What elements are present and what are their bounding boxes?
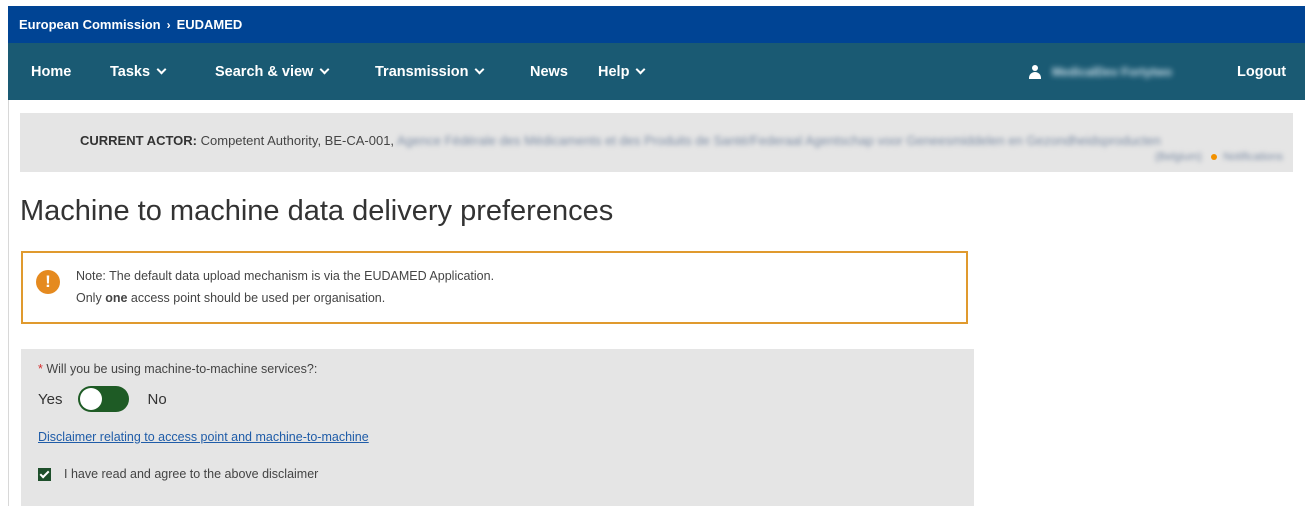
nav-help-label: Help [598, 63, 630, 80]
nav-transmission[interactable]: Transmission [375, 43, 485, 100]
current-actor-country: (Belgium) [1154, 151, 1202, 163]
current-actor-label: CURRENT ACTOR: [80, 133, 197, 148]
notifications-link[interactable]: Notifications [1223, 151, 1283, 163]
agree-checkbox-row: I have read and agree to the above discl… [38, 467, 318, 481]
current-actor-banner: CURRENT ACTOR: Competent Authority, BE-C… [20, 113, 1293, 172]
user-name: MedicalDev Fortytwo [1052, 64, 1173, 79]
user-icon [1028, 64, 1042, 79]
chevron-down-icon [156, 64, 167, 75]
toggle-no-label: No [147, 390, 167, 408]
breadcrumb-eudamed[interactable]: EUDAMED [177, 17, 243, 32]
m2m-preferences-form: * Will you be using machine-to-machine s… [21, 349, 974, 506]
toggle-knob [80, 388, 103, 410]
agree-checkbox-label: I have read and agree to the above discl… [64, 467, 319, 481]
logout-button[interactable]: Logout [1237, 43, 1286, 100]
note-line-2: Only one access point should be used per… [76, 291, 385, 305]
disclaimer-link[interactable]: Disclaimer relating to access point and … [38, 430, 369, 444]
nav-transmission-label: Transmission [375, 63, 469, 80]
note-box: ! Note: The default data upload mechanis… [21, 251, 968, 324]
nav-home-label: Home [31, 63, 72, 80]
chevron-down-icon [635, 64, 646, 75]
nav-search-view[interactable]: Search & view [215, 43, 330, 100]
m2m-question-text: Will you be using machine-to-machine ser… [42, 362, 318, 376]
user-menu[interactable]: MedicalDev Fortytwo [1028, 43, 1172, 100]
note-line-2-bold: one [105, 291, 128, 305]
nav-news-label: News [530, 63, 568, 80]
note-line-1: Note: The default data upload mechanism … [76, 269, 495, 283]
logout-label: Logout [1237, 63, 1287, 80]
nav-help[interactable]: Help [598, 43, 646, 100]
note-line-2-pre: Only [76, 291, 106, 305]
nav-news[interactable]: News [530, 43, 568, 100]
m2m-toggle-row: Yes No [38, 386, 167, 412]
breadcrumb-european-commission[interactable]: European Commission [19, 17, 161, 32]
chevron-down-icon [475, 64, 485, 75]
nav-search-label: Search & view [215, 63, 314, 80]
note-line-2-post: access point should be used per organisa… [127, 291, 386, 305]
nav-tasks[interactable]: Tasks [110, 43, 167, 100]
chevron-down-icon [319, 64, 330, 75]
breadcrumb-separator-icon: › [166, 17, 171, 32]
page-title: Machine to machine data delivery prefere… [20, 195, 614, 227]
top-breadcrumb-bar: European Commission › EUDAMED [8, 6, 1305, 43]
exclamation-icon: ! [36, 270, 60, 294]
current-actor-value: Competent Authority, BE-CA-001, [200, 133, 395, 148]
nav-home[interactable]: Home [31, 43, 71, 100]
m2m-toggle-switch[interactable] [78, 386, 130, 412]
m2m-question: * Will you be using machine-to-machine s… [38, 362, 317, 376]
agree-checkbox[interactable] [38, 467, 51, 481]
main-navigation: Home Tasks Search & view Transmission Ne… [8, 43, 1305, 100]
current-actor-organisation: Agence Fédérale des Médicaments et des P… [396, 133, 1161, 148]
toggle-yes-label: Yes [38, 390, 63, 408]
nav-tasks-label: Tasks [110, 63, 151, 80]
notification-dot-icon [1211, 154, 1218, 161]
